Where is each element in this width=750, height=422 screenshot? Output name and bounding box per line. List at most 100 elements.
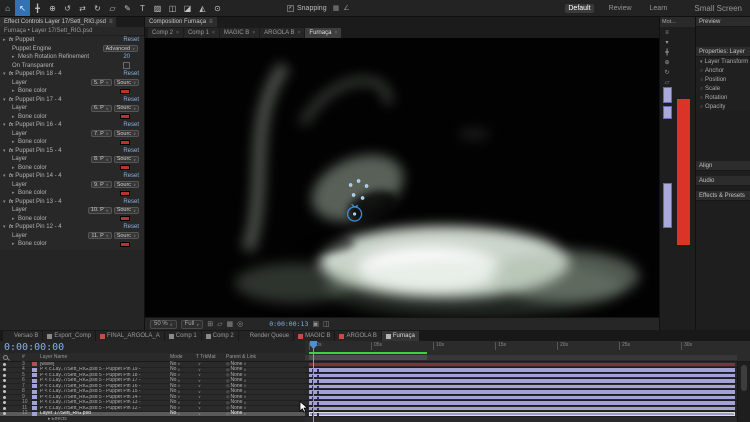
timeline-tab[interactable]: Comp 1 [164, 331, 201, 341]
tool-button[interactable]: ◫ [165, 0, 180, 16]
composition-viewport[interactable] [145, 38, 659, 317]
bone-color-swatch[interactable] [120, 114, 130, 120]
bone-color-swatch[interactable] [120, 190, 130, 196]
puppet-pin-title[interactable]: Puppet Pin 16 - 4 [15, 122, 61, 128]
transform-property-row[interactable]: ○ Scale [696, 84, 750, 93]
timeline-tab[interactable]: Comp 2 [201, 331, 238, 341]
layer-name[interactable]: ▸P < c.Lay..7/Sett_RIG.psd 5 - Puppet Pi… [40, 395, 170, 400]
engine-dropdown[interactable]: Advanced ∨ [102, 45, 138, 53]
tool-button[interactable]: ↺ [60, 0, 75, 16]
tool-button[interactable]: ◪ [180, 0, 195, 16]
viewer-option-icon[interactable]: ◎ [237, 320, 243, 328]
label-color[interactable] [32, 406, 40, 411]
strip-icon[interactable]: ↻ [664, 69, 669, 76]
pickwhip-icon[interactable]: ◎ [226, 378, 230, 383]
current-timecode[interactable]: 0:00:00:00 [0, 342, 64, 353]
layer-name[interactable]: ▸P < c.Lay..7/Sett_RIG.psd 5 - Puppet Pi… [40, 378, 170, 383]
column-mode[interactable]: Mode [170, 354, 196, 360]
reset-link[interactable]: Reset [123, 173, 139, 179]
stopwatch-icon[interactable]: ○ [700, 68, 703, 74]
visibility-toggle[interactable] [0, 406, 22, 410]
label-color[interactable] [32, 400, 40, 405]
source-dropdown[interactable]: Sourc ∨ [113, 206, 139, 214]
puppet-pin-header[interactable]: ▾ fx Puppet Pin 17 - 4 Reset [0, 96, 144, 105]
twirl-icon[interactable]: ▾ [700, 59, 703, 65]
source-dropdown[interactable]: Sourc ∨ [113, 104, 139, 112]
puppet-pin-header[interactable]: ▾ fx Puppet Pin 13 - 4 Reset [0, 198, 144, 207]
reset-link[interactable]: Reset [123, 148, 139, 154]
puppet-pin-title[interactable]: Puppet Pin 13 - 4 [15, 199, 61, 205]
puppet-pin-header[interactable]: ▾ fx Puppet Pin 15 - 4 Reset [0, 147, 144, 156]
source-dropdown[interactable]: Sourc ∨ [113, 130, 139, 138]
search-input[interactable] [0, 354, 22, 360]
puppet-pin-header[interactable]: ▾ fx Puppet Pin 14 - 4 Reset [0, 172, 144, 181]
effects-presets-panel-header[interactable]: Effects & Presets [696, 191, 750, 201]
column-trkmat[interactable]: T TrkMat [196, 354, 226, 360]
viewer-tab[interactable]: ARGOLA B × [260, 28, 305, 38]
mode-select[interactable]: No ∨ [170, 411, 196, 416]
layer-duration-bar[interactable] [309, 362, 735, 366]
tool-button[interactable]: ▨ [150, 0, 165, 16]
layer-duration-bar[interactable] [309, 412, 735, 416]
viewer-tab[interactable]: MAGIC B × [219, 28, 260, 38]
snapping-toggle[interactable]: ✓ Snapping [287, 4, 327, 12]
trkmat-select[interactable]: ∨ [196, 378, 226, 383]
puppet-pin-header[interactable]: ▾ fx Puppet Pin 18 - 4 Reset [0, 70, 144, 79]
table-row[interactable]: ▸Effects ∨ ∨ ◎∨ [0, 417, 305, 422]
puppet-pin-title[interactable]: Puppet Pin 18 - 4 [15, 71, 61, 77]
reset-link[interactable]: Reset [123, 122, 139, 128]
layer-duration-bar[interactable] [309, 401, 735, 405]
label-color[interactable] [32, 411, 40, 416]
source-dropdown[interactable]: Sourc ∨ [113, 79, 139, 87]
layer-dropdown[interactable]: 7. P ∨ [90, 130, 112, 138]
trkmat-select[interactable]: ∨ [196, 373, 226, 377]
stopwatch-icon[interactable]: ○ [700, 104, 703, 110]
workspace-tab[interactable]: Review [606, 4, 635, 13]
fx-icon[interactable]: fx [9, 37, 13, 43]
close-icon[interactable]: × [252, 30, 255, 36]
label-color[interactable] [32, 373, 40, 378]
layer-name[interactable]: ▸P < c.Lay..7/Sett_RIG.psd 5 - Puppet Pi… [40, 384, 170, 389]
fx-icon[interactable]: fx [9, 224, 13, 230]
puppet-effect-row[interactable]: ▸ fx Puppet Reset [0, 36, 144, 45]
timeline-tab[interactable]: Render Queue [238, 331, 294, 341]
bone-color-swatch[interactable] [120, 165, 130, 171]
visibility-toggle[interactable] [0, 384, 22, 388]
time-ruler[interactable]: :00s05s10s15s20s25s30s [305, 341, 750, 362]
reset-link[interactable]: Reset [123, 37, 139, 43]
layer-dropdown[interactable]: 9. P ∨ [90, 181, 112, 189]
label-color[interactable] [32, 417, 40, 421]
label-color[interactable] [32, 389, 40, 394]
tool-button[interactable]: ⌂ [0, 0, 15, 16]
visibility-toggle[interactable] [0, 379, 22, 383]
bone-color-swatch[interactable] [120, 216, 130, 222]
pickwhip-icon[interactable]: ◎ [226, 400, 230, 405]
current-time-indicator[interactable] [313, 341, 314, 422]
label-color[interactable] [32, 384, 40, 389]
strip-icon[interactable]: ≡ [665, 30, 669, 36]
layer-name[interactable]: ▸P < c.Lay..7/Sett_RIG.psd 5 - Puppet Pi… [40, 400, 170, 405]
workspace-tab[interactable]: Learn [647, 4, 671, 13]
layer-duration-bar[interactable] [309, 379, 735, 383]
trkmat-select[interactable]: ∨ [196, 395, 226, 399]
visibility-toggle[interactable] [0, 390, 22, 394]
transform-property-row[interactable]: ○ Rotation [696, 93, 750, 102]
timeline-tab[interactable]: Export_Comp [43, 331, 96, 341]
fx-icon[interactable]: fx [9, 122, 13, 128]
align-panel-header[interactable]: Align [696, 161, 750, 171]
visibility-toggle[interactable] [0, 418, 22, 421]
close-icon[interactable]: × [334, 30, 337, 36]
layer-name[interactable]: ▸P < c.Lay..7/Sett_RIG.psd 5 - Puppet Pi… [40, 367, 170, 372]
viewer-option-icon[interactable]: ◫ [323, 320, 330, 328]
label-color[interactable] [32, 395, 40, 400]
visibility-toggle[interactable] [0, 362, 22, 366]
pickwhip-icon[interactable]: ◎ [226, 395, 230, 399]
tool-button[interactable]: ◭ [195, 0, 210, 16]
snapping-option-icon[interactable]: ∠ [343, 4, 349, 12]
timeline-tab[interactable]: Furnaça [381, 331, 419, 341]
fx-icon[interactable]: fx [9, 148, 13, 154]
label-color[interactable] [32, 367, 40, 372]
viewer-option-icon[interactable]: ⊞ [207, 320, 213, 328]
composition-panel-tab[interactable]: Composition Furnaça ≡ [145, 17, 217, 27]
layer-duration-bar[interactable] [309, 418, 735, 422]
